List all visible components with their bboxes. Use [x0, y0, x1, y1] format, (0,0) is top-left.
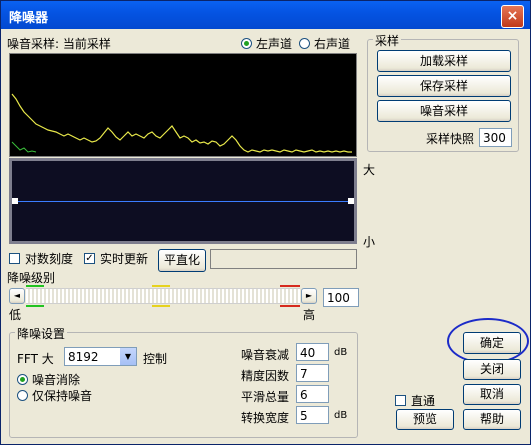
transition-input[interactable]: 5 [296, 406, 329, 424]
highlight-ellipse [447, 318, 529, 364]
fft-size-select[interactable]: 8192 ▼ [64, 347, 137, 366]
transition-unit: dB [334, 410, 348, 421]
slider-right-arrow[interactable]: ► [301, 288, 317, 304]
noise-level-input[interactable]: 100 [323, 288, 359, 307]
help-button[interactable]: 帮助 [463, 409, 521, 430]
curve-line [16, 201, 350, 202]
close-window-button[interactable]: × [501, 5, 524, 28]
left-channel-radio[interactable] [241, 38, 252, 49]
bypass-checkbox[interactable] [395, 395, 406, 406]
mode-keep-radio[interactable] [17, 390, 28, 401]
slider-green-marker [26, 285, 44, 307]
slider-yellow-marker [152, 285, 170, 307]
spectrum-graph [11, 93, 352, 153]
settings-group-title: 降噪设置 [15, 325, 68, 342]
smoothing-input[interactable]: 6 [296, 385, 329, 403]
cancel-button[interactable]: 取消 [463, 384, 521, 405]
slider-left-arrow[interactable]: ◄ [9, 288, 25, 304]
high-label: 高 [303, 308, 316, 322]
capture-sample-button[interactable]: 噪音采样 [377, 100, 511, 122]
realtime-checkbox[interactable]: ✓ [84, 253, 95, 264]
load-sample-button[interactable]: 加载采样 [377, 50, 511, 72]
fft-size-value: 8192 [68, 350, 99, 364]
precision-label: 精度因数 [241, 369, 290, 383]
curve-high-label: 大 [363, 163, 376, 177]
smoothing-label: 平滑总量 [241, 390, 290, 404]
realtime-label: 实时更新 [100, 252, 149, 266]
attenuation-unit: dB [334, 347, 348, 358]
slider-red-marker [280, 285, 300, 307]
bypass-label: 直通 [411, 394, 436, 408]
precision-input[interactable]: 7 [296, 364, 329, 382]
sample-group-title: 采样 [373, 32, 402, 49]
curve-handle-right[interactable] [348, 198, 354, 204]
attenuation-label: 噪音衰减 [241, 348, 290, 362]
noise-reduction-dialog: 降噪器 × 噪音采样: 当前采样 左声道 右声道 大 小 对数刻度 ✓ 实时更新… [0, 0, 531, 445]
close-button[interactable]: 关闭 [463, 359, 521, 380]
transition-label: 转换宽度 [241, 411, 290, 425]
right-channel-radio[interactable] [299, 38, 310, 49]
snapshot-label: 采样快照 [426, 132, 475, 146]
spectrum-trace-green [11, 141, 37, 153]
mode-keep-label[interactable]: 仅保持噪音 [32, 387, 92, 404]
flatten-button[interactable]: 平直化 [158, 249, 206, 272]
left-channel-label[interactable]: 左声道 [256, 35, 292, 52]
log-scale-label: 对数刻度 [25, 252, 74, 266]
save-sample-button[interactable]: 保存采样 [377, 75, 511, 97]
control-label: 控制 [143, 352, 168, 366]
curve-handle-left[interactable] [12, 198, 18, 204]
noise-level-slider[interactable]: ◄ ► [9, 285, 317, 307]
spectrum-trace [11, 93, 352, 153]
right-channel-label[interactable]: 右声道 [314, 35, 350, 52]
noise-sample-label: 噪音采样: 当前采样 [7, 37, 111, 51]
preview-button[interactable]: 预览 [396, 409, 454, 430]
mode-remove-label[interactable]: 噪音消除 [32, 371, 80, 388]
curve-low-label: 小 [363, 235, 376, 249]
status-field [210, 249, 357, 269]
title-bar[interactable]: 降噪器 × [1, 1, 530, 29]
chevron-down-icon[interactable]: ▼ [120, 348, 136, 365]
fft-size-label: FFT 大 [17, 352, 54, 366]
log-scale-checkbox[interactable] [9, 253, 20, 264]
reduction-curve-editor[interactable] [9, 158, 357, 244]
attenuation-input[interactable]: 40 [296, 343, 329, 361]
window-title: 降噪器 [9, 11, 49, 26]
low-label: 低 [9, 308, 22, 322]
snapshot-input[interactable]: 300 [479, 128, 512, 147]
noise-spectrum-display [9, 53, 357, 157]
noise-level-label: 降噪级别 [7, 271, 56, 285]
mode-remove-radio[interactable] [17, 374, 28, 385]
